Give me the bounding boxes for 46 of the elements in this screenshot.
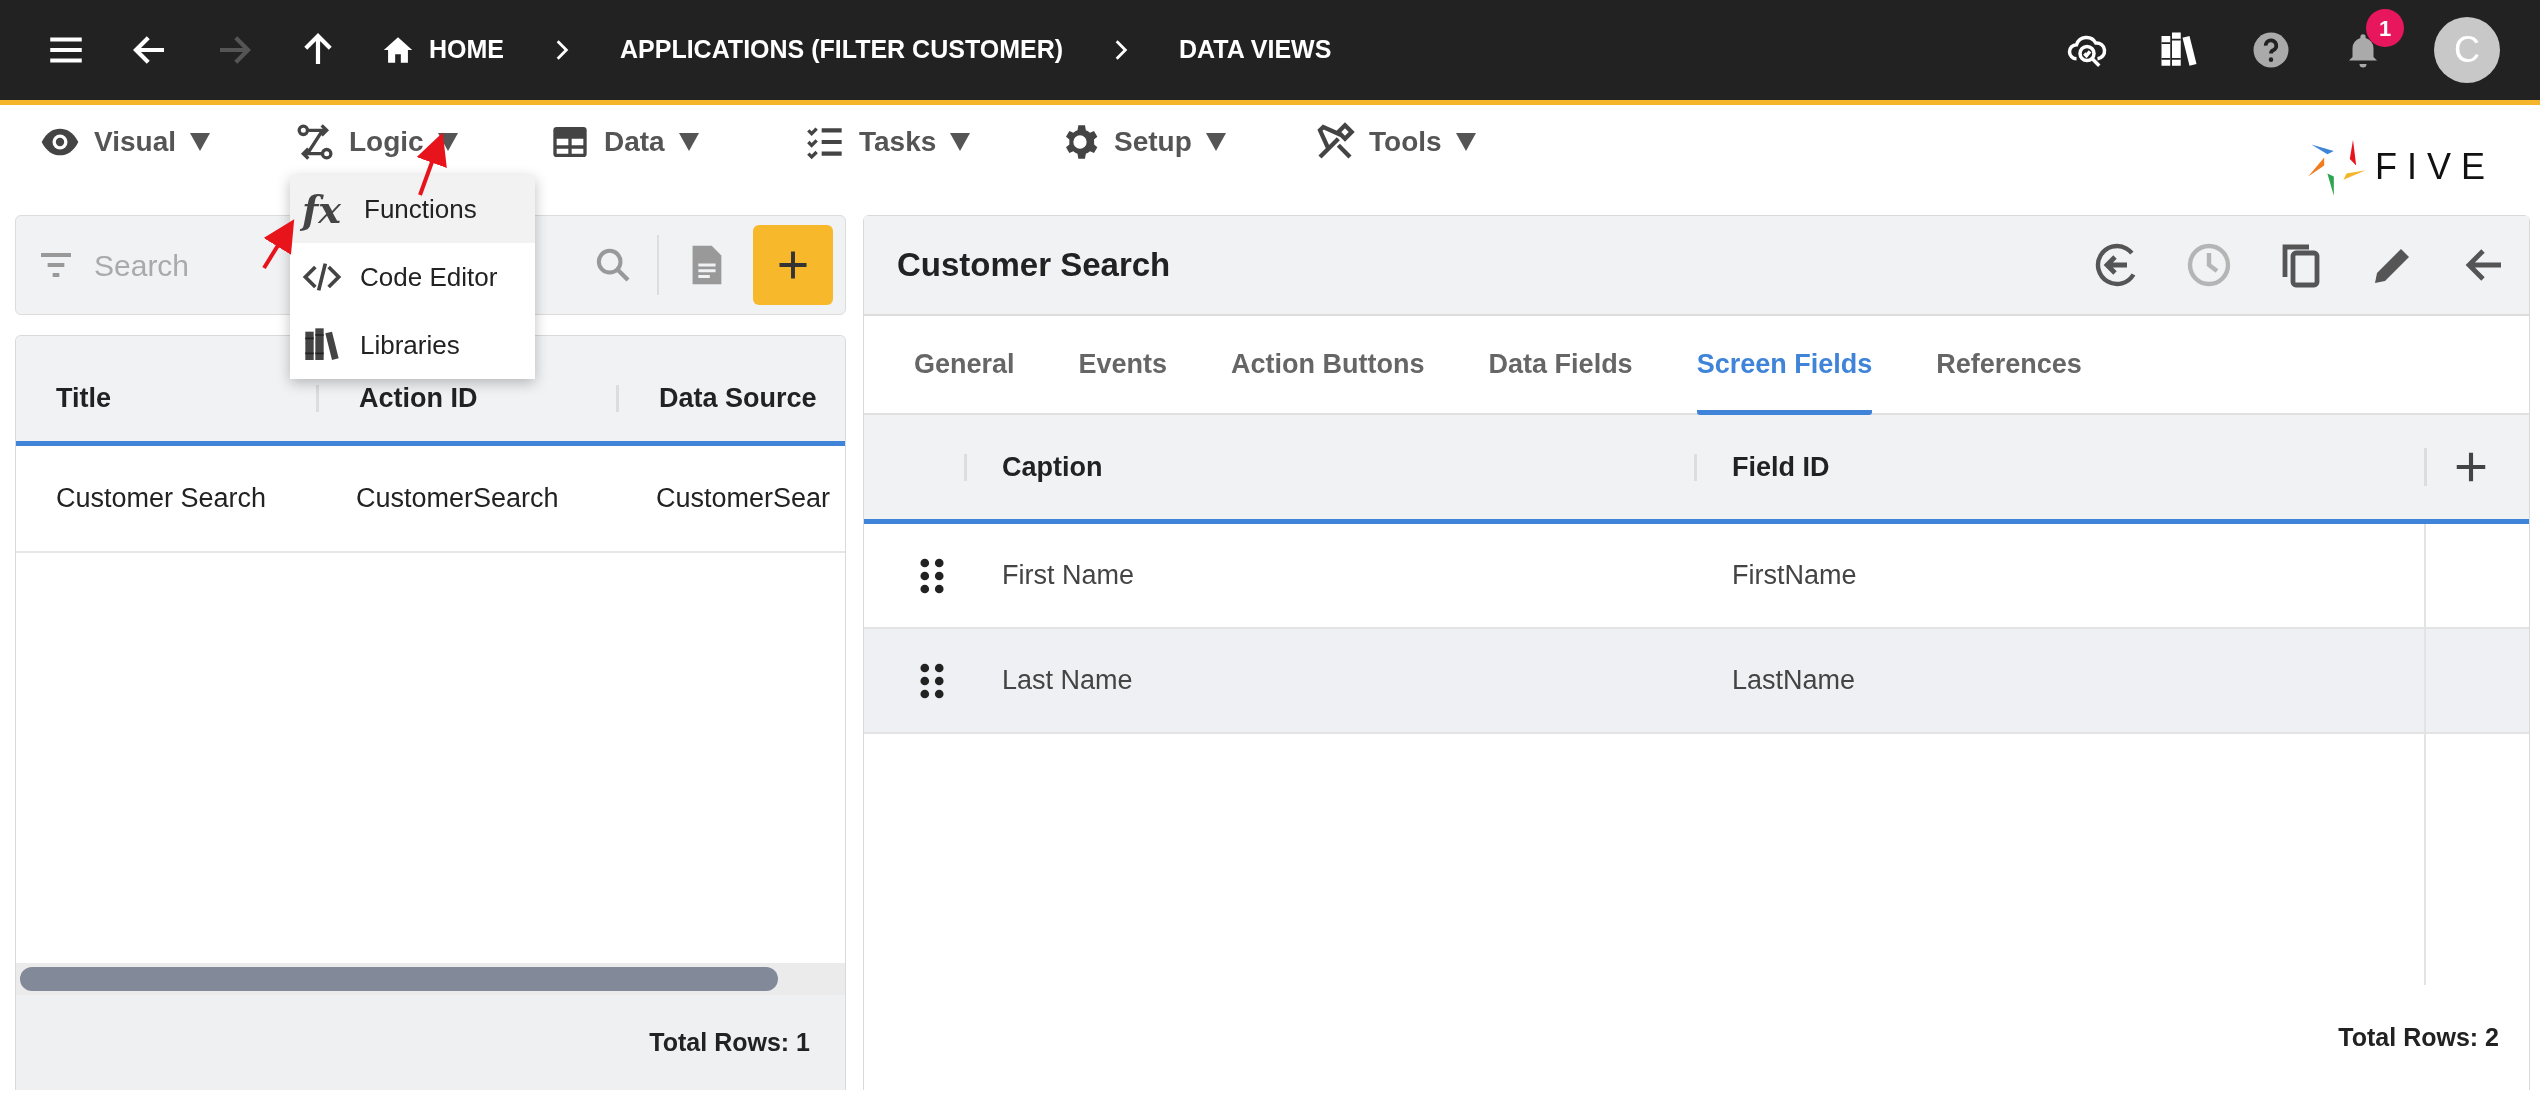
- add-button[interactable]: [753, 225, 833, 305]
- table-cell-text: LastName: [1731, 664, 1857, 698]
- tab[interactable]: Events: [1078, 343, 1168, 415]
- caret-icon: [190, 133, 210, 151]
- table-cell-text: CustomerSearch: [355, 482, 560, 516]
- column-header: Field ID: [1694, 453, 2424, 481]
- caret-icon: [1455, 133, 1476, 151]
- tab[interactable]: Action Buttons: [1231, 343, 1425, 415]
- menu-button[interactable]: Setup: [1060, 115, 1315, 169]
- menu-button[interactable]: Visual: [40, 115, 295, 169]
- table-cell-text: First Name: [1001, 559, 1135, 593]
- breadcrumb-link[interactable]: APPLICATIONS (FILTER CUSTOMER): [620, 31, 1064, 69]
- table-row[interactable]: Last Name LastName: [864, 629, 2529, 734]
- flow-icon: [295, 122, 335, 162]
- panel-title: Customer Search: [897, 245, 1171, 285]
- dropdown-item[interactable]: Code Editor: [290, 243, 535, 311]
- tab[interactable]: General: [914, 343, 1015, 415]
- total-rows-text: Total Rows: 1: [649, 1026, 810, 1058]
- menu-button[interactable]: Tasks: [805, 115, 1060, 169]
- tab[interactable]: Data Fields: [1488, 343, 1633, 415]
- notification-badge: 1: [2366, 9, 2404, 47]
- caret-icon: [1205, 133, 1226, 151]
- menu-button[interactable]: Data: [550, 115, 805, 169]
- caret-icon: [678, 133, 699, 151]
- menu-button[interactable]: Logic: [295, 115, 550, 169]
- table-cell-text: Customer Search: [55, 482, 268, 516]
- column-header: Caption: [964, 453, 1694, 481]
- breadcrumb-link[interactable]: HOME: [429, 31, 504, 69]
- dropdown-item[interactable]: Libraries: [290, 311, 535, 379]
- scrollbar-thumb[interactable]: [20, 967, 778, 991]
- dropdown-item[interactable]: fx Functions: [290, 175, 535, 243]
- column-header: Title: [55, 385, 112, 412]
- table-cell-text: CustomerSear: [655, 482, 832, 516]
- table-cell-text: FirstName: [1731, 559, 1858, 593]
- menu-button[interactable]: Tools: [1315, 115, 1570, 169]
- breadcrumb-link[interactable]: DATA VIEWS: [1179, 31, 1332, 69]
- brand-name: FIVE: [2375, 145, 2495, 189]
- table-cell-text: Last Name: [1001, 664, 1134, 698]
- total-rows-text: Total Rows: 2: [2338, 1021, 2499, 1053]
- function-icon: fx: [302, 180, 346, 238]
- caret-icon: [437, 133, 458, 151]
- column-header: Action ID: [316, 385, 616, 412]
- column-header: Data Source: [616, 385, 845, 412]
- tab[interactable]: References: [1936, 343, 2082, 415]
- caret-icon: [950, 133, 971, 151]
- annotation-arrow: [262, 219, 295, 270]
